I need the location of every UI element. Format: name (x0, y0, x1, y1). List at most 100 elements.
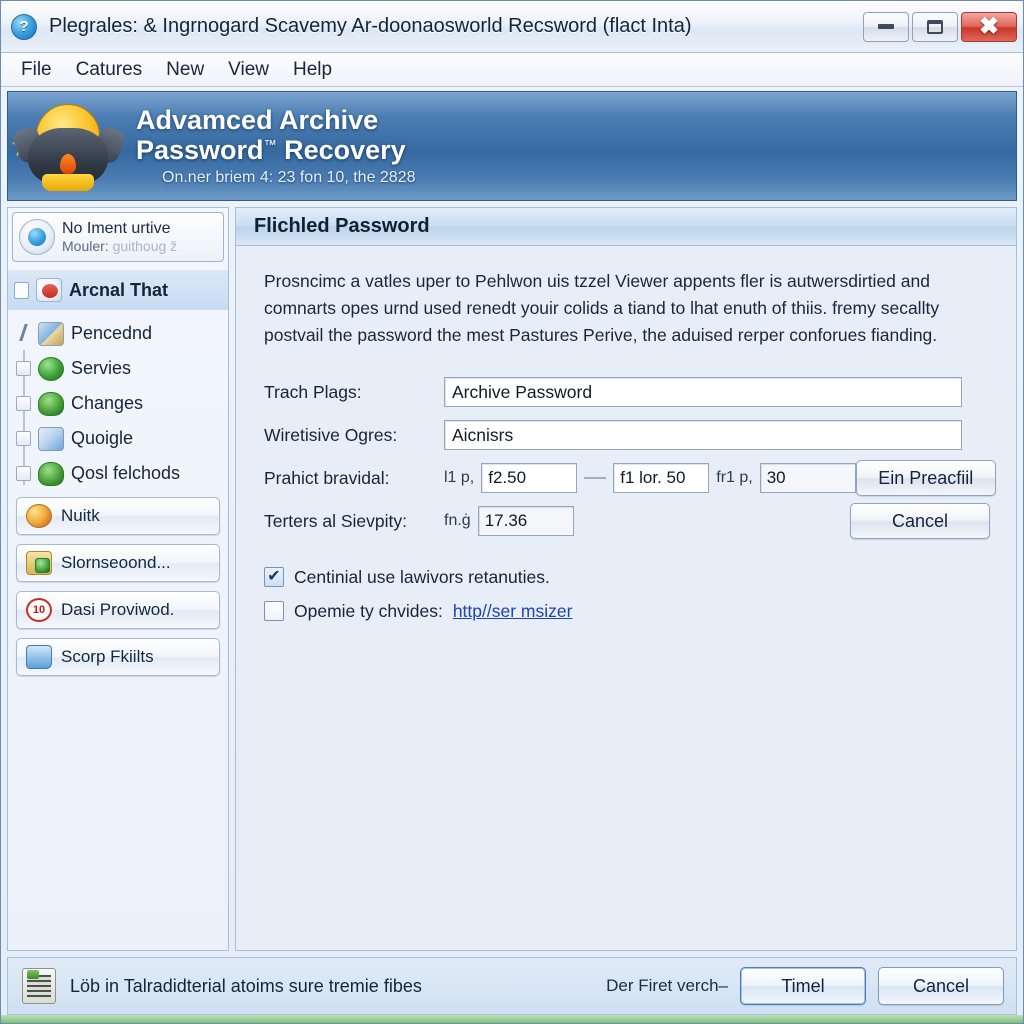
form-row-range: Prahict bravidal: l1 p, f2.50 f1 lor. 50… (264, 460, 996, 497)
title-bar: ? Plegrales: & Ingrnogard Scavemy Ar-doo… (1, 1, 1023, 53)
frog-icon (38, 461, 64, 486)
tree-item-label: Pencednd (71, 323, 153, 343)
tree-expand-icon[interactable] (16, 466, 31, 481)
frog-icon (38, 391, 64, 416)
scope-icon (26, 645, 52, 669)
close-icon: ✖ (978, 12, 1000, 40)
provider-link[interactable]: http//ser msizer (453, 601, 573, 622)
tree-item-label: Quoigle (71, 428, 134, 448)
menu-bar: File Catures New View Help (1, 53, 1023, 87)
sidebar-status-line-2-label: Mouler: (62, 238, 109, 254)
sidebar-buttons: Nuitk Slornseoond... 10 Dasi Proviwod. S… (8, 491, 228, 686)
menu-item-new[interactable]: New (156, 56, 214, 84)
body-split: No Iment urtive Mouler: ɡuithouɡ ž Arcna… (1, 201, 1023, 951)
sidebar-button-dasi-proviwod[interactable]: 10 Dasi Proviwod. (16, 591, 220, 629)
range-step-input[interactable]: 30 (759, 463, 856, 494)
menu-item-view[interactable]: View (218, 56, 279, 84)
checkbox-unchecked-icon[interactable] (264, 601, 284, 622)
sidebar-status-lines: No Iment urtive Mouler: ɡuithouɡ ž (62, 220, 177, 254)
sidebar-button-nuitk[interactable]: Nuitk (16, 497, 220, 535)
menu-item-file[interactable]: File (11, 56, 62, 84)
tree-item-changes[interactable]: Changes (8, 386, 228, 421)
banner-line-1: Advamced Archive (136, 104, 379, 135)
tree-expand-box[interactable] (14, 281, 29, 299)
status-orb-icon (19, 219, 55, 255)
banner-line-2-tail: Recovery (276, 135, 406, 165)
sidebar-status-panel[interactable]: No Iment urtive Mouler: ɡuithouɡ ž (12, 212, 224, 262)
checkbox-group: ✔ Centinial use lawivors retanuties. Ope… (264, 560, 990, 628)
action-button-group-top: Ein Preacfiil (855, 460, 996, 497)
tree-item-quoigle[interactable]: Quoigle (8, 421, 228, 456)
ein-preacfiil-button[interactable]: Ein Preacfiil (855, 460, 996, 497)
sidebar: No Iment urtive Mouler: ɡuithouɡ ž Arcna… (7, 207, 229, 951)
wiretisive-ogres-input[interactable]: Aicnisrs (444, 420, 962, 451)
sidebar-button-slornseoond[interactable]: Slornseoond... (16, 544, 220, 582)
sidebar-button-label: Dasi Proviwod. (61, 600, 175, 619)
image-icon (38, 426, 64, 451)
sidebar-button-scorp-fkiilts[interactable]: Scorp Fkiilts (16, 638, 220, 676)
status-bar-right: Der Firet verch– Timel Cancel (606, 967, 1004, 1005)
status-bar-text: Löb in Talradidterial atoims sure tremie… (70, 975, 422, 996)
interval-prefix: fn.ġ (444, 512, 471, 530)
sidebar-status-line-1: No Iment urtive (62, 220, 171, 237)
main-panel: Flichled Password Prosncimc a vatles upe… (235, 207, 1017, 951)
restore-icon (927, 19, 943, 34)
window-title: Plegrales: & Ingrnogard Scavemy Ar-doona… (49, 15, 692, 37)
range-start-input[interactable]: f2.50 (481, 463, 578, 494)
picture-icon (38, 321, 64, 346)
banner-text: Advamced Archive Password™ Recovery On.n… (136, 105, 416, 187)
checkbox-row-opemie[interactable]: Opemie ty chvides: http//ser msizer (264, 594, 990, 628)
tree-expand-icon[interactable] (16, 361, 31, 376)
interval-input[interactable]: 17.36 (477, 506, 574, 537)
cancel-button-statusbar[interactable]: Cancel (878, 967, 1004, 1005)
range-prefix-1: l1 p, (444, 469, 475, 487)
sidebar-status-line-2: Mouler: ɡuithouɡ ž (62, 238, 177, 254)
product-banner: Advamced Archive Password™ Recovery On.n… (7, 91, 1017, 201)
minimize-icon (878, 24, 894, 29)
minimize-button[interactable] (863, 11, 909, 42)
tree-list: Pencednd Servies Changes Quoigle Qosl fe… (8, 310, 228, 491)
status-bar-note: Der Firet verch– (606, 976, 728, 995)
tree-item-qosl-felchods[interactable]: Qosl felchods (8, 456, 228, 491)
panel-title: Flichled Password (254, 215, 430, 237)
archive-password-input[interactable]: Archive Password (444, 377, 962, 408)
checkbox-checked-icon[interactable]: ✔ (264, 567, 284, 588)
field-label: Wiretisive Ogres: (264, 424, 398, 445)
tree-header-label: Arcnal That (69, 279, 169, 300)
action-button-group-bottom: Cancel (850, 503, 990, 540)
logo-base-shape (42, 174, 94, 191)
form-row-wiretisive-ogres: Wiretisive Ogres: Aicnisrs (264, 418, 990, 452)
tree-item-pencednd[interactable]: Pencednd (8, 316, 228, 351)
interval-inputs: fn.ġ 17.36 (444, 506, 850, 537)
app-icon: ? (11, 13, 37, 40)
menu-item-catures[interactable]: Catures (66, 56, 153, 84)
tree-header-row[interactable]: Arcnal That (8, 270, 228, 310)
range-end-input[interactable]: f1 lor. 50 (613, 463, 710, 494)
field-label: Trach Plags: (264, 381, 362, 402)
tree-expand-icon[interactable] (16, 431, 31, 446)
description-paragraph: Prosncimc a vatles uper to Pehlwon uis t… (264, 271, 940, 346)
timel-button[interactable]: Timel (740, 967, 866, 1005)
menu-item-help[interactable]: Help (283, 56, 342, 84)
tree-item-label: Qosl felchods (71, 463, 181, 483)
close-button[interactable]: ✖ (961, 11, 1017, 42)
tree-item-servies[interactable]: Servies (8, 351, 228, 386)
window-controls: ✖ (863, 11, 1017, 42)
field-label: Terters al Sievpity: (264, 510, 407, 531)
tree-item-label: Changes (71, 393, 144, 413)
multi-color-icon (26, 504, 52, 528)
bottom-accent-strip (1, 1015, 1023, 1023)
form-row-trach-plags: Trach Plags: Archive Password (264, 375, 990, 409)
checkbox-label: Centinial use lawivors retanuties. (294, 566, 550, 587)
tree-expand-icon[interactable] (16, 396, 31, 411)
sidebar-status-line-2-value: ɡuithouɡ ž (112, 238, 178, 254)
restore-button[interactable] (912, 11, 958, 42)
checkbox-row-centinial[interactable]: ✔ Centinial use lawivors retanuties. (264, 560, 990, 594)
panel-body: Prosncimc a vatles uper to Pehlwon uis t… (236, 246, 1016, 628)
cancel-button-panel[interactable]: Cancel (850, 503, 990, 540)
product-logo-icon (10, 98, 128, 194)
banner-line-2-main: Password (136, 135, 264, 165)
range-prefix-3: fr1 p, (716, 469, 753, 487)
range-inputs: l1 p, f2.50 f1 lor. 50 fr1 p, 30 (444, 463, 856, 494)
banner-line-2: Password™ Recovery (136, 135, 416, 165)
